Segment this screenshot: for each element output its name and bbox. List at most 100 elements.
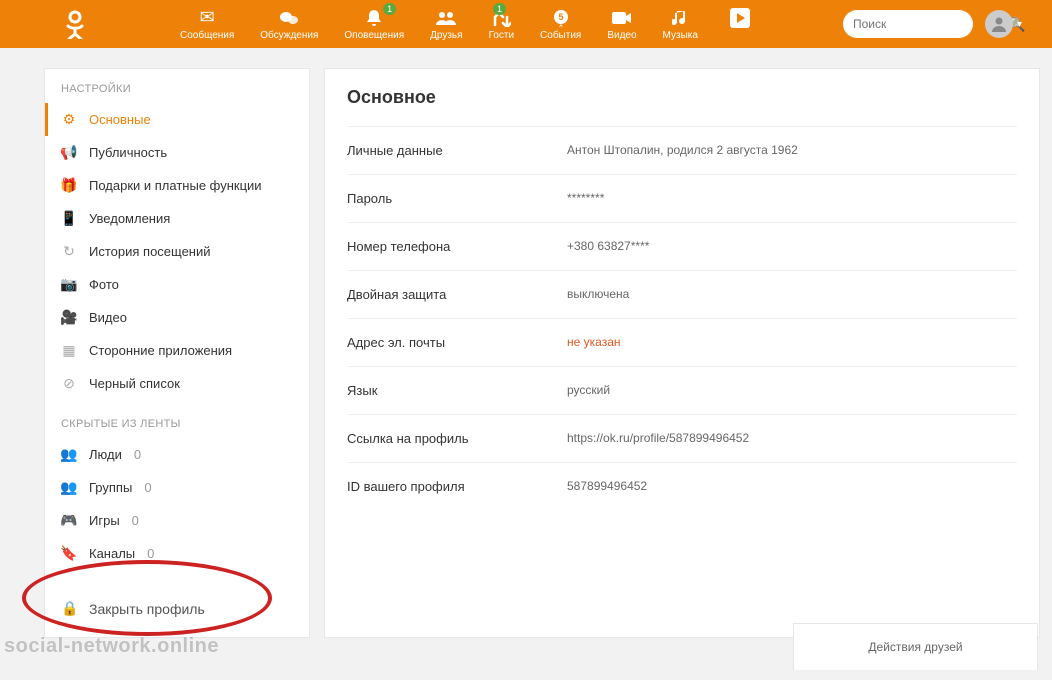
- lock-icon: 🔒: [61, 600, 77, 617]
- caret-down-icon[interactable]: ▾: [1017, 19, 1022, 30]
- sidebar-item-label: История посещений: [89, 244, 211, 259]
- card-label: Действия друзей: [868, 640, 962, 654]
- bell-icon: [366, 8, 382, 28]
- sidebar-item-photo[interactable]: 📷Фото: [45, 268, 309, 301]
- sidebar-item-apps[interactable]: ▦ Сторонние приложения: [45, 334, 309, 367]
- sidebar-item-label: Публичность: [89, 145, 167, 160]
- row-value: https://ok.ru/profile/587899496452: [567, 431, 749, 446]
- badge: 1: [383, 3, 396, 15]
- tag-icon: 🔖: [61, 545, 77, 562]
- sidebar-item-label: Видео: [89, 310, 127, 325]
- row-value: не указан: [567, 335, 621, 350]
- row-value: ********: [567, 191, 604, 206]
- nav-label: Друзья: [430, 30, 462, 41]
- ok-logo[interactable]: [60, 9, 90, 39]
- nav-music[interactable]: Музыка: [663, 8, 698, 41]
- count: 0: [144, 480, 151, 495]
- settings-list: ⚙Основные 📢Публичность 🎁 Подарки и платны…: [45, 103, 309, 400]
- sidebar-item-games[interactable]: 🎮 Игры 0: [45, 504, 309, 537]
- chat-icon: [279, 8, 299, 28]
- sidebar-item-groups[interactable]: 👥 Группы 0: [45, 471, 309, 504]
- row-email[interactable]: Адрес эл. почтыне указан: [347, 318, 1017, 366]
- row-2fa[interactable]: Двойная защитавыключена: [347, 270, 1017, 318]
- row-personal[interactable]: Личные данныеАнтон Штопалин, родился 2 а…: [347, 126, 1017, 174]
- nav-label: События: [540, 30, 581, 41]
- row-phone[interactable]: Номер телефона+380 63827****: [347, 222, 1017, 270]
- page-title: Основное: [347, 87, 1017, 108]
- sidebar-item-notify[interactable]: 📱 Уведомления: [45, 202, 309, 235]
- sidebar-item-label: Уведомления: [89, 211, 170, 226]
- count: 0: [134, 447, 141, 462]
- nav-label: Оповещения: [344, 30, 404, 41]
- sidebar-item-blacklist[interactable]: ⊘Черный список: [45, 367, 309, 400]
- friends-icon: [435, 8, 457, 28]
- music-icon: [672, 8, 688, 28]
- row-label: Пароль: [347, 191, 567, 206]
- svg-text:5: 5: [558, 12, 563, 22]
- nav-label: Гости: [489, 30, 514, 41]
- smartphone-icon: 📱: [61, 210, 77, 227]
- sidebar-item-publicity[interactable]: 📢Публичность: [45, 136, 309, 169]
- row-label: Личные данные: [347, 143, 567, 158]
- sidebar-item-video[interactable]: 🎥Видео: [45, 301, 309, 334]
- header-bar: ✉ Сообщения Обсуждения 1 Оповещения Друз…: [0, 0, 1052, 48]
- events-icon: 5: [552, 8, 570, 28]
- sidebar-item-label: Группы: [89, 480, 132, 495]
- video-icon: [612, 8, 632, 28]
- sidebar-item-label: Каналы: [89, 546, 135, 561]
- main-panel: Основное Личные данныеАнтон Штопалин, ро…: [324, 68, 1040, 638]
- people-icon: 👥: [61, 446, 77, 463]
- nav-friends[interactable]: Друзья: [430, 8, 462, 41]
- sidebar-item-label: Черный список: [89, 376, 180, 391]
- sidebar-title: НАСТРОЙКИ: [45, 69, 309, 103]
- sidebar-item-label: Фото: [89, 277, 119, 292]
- friends-actions-card[interactable]: Действия друзей: [793, 623, 1038, 670]
- sidebar-item-label: Игры: [89, 513, 120, 528]
- row-value: 587899496452: [567, 479, 647, 494]
- content-container: НАСТРОЙКИ ⚙Основные 📢Публичность 🎁 Подарк…: [0, 48, 1052, 638]
- header-nav: ✉ Сообщения Обсуждения 1 Оповещения Друз…: [180, 8, 828, 41]
- watermark: social-network.online: [4, 635, 219, 658]
- settings-sidebar: НАСТРОЙКИ ⚙Основные 📢Публичность 🎁 Подарк…: [44, 68, 310, 638]
- row-language[interactable]: Языкрусский: [347, 366, 1017, 414]
- row-profile-link[interactable]: Ссылка на профильhttps://ok.ru/profile/5…: [347, 414, 1017, 462]
- count: 0: [132, 513, 139, 528]
- sidebar-item-history[interactable]: ↻История посещений: [45, 235, 309, 268]
- nav-video[interactable]: Видео: [607, 8, 636, 41]
- sidebar-item-label: Подарки и платные функции: [89, 178, 262, 193]
- hidden-list: 👥Люди 0 👥 Группы 0 🎮 Игры 0 🔖 Каналы 0: [45, 438, 309, 570]
- avatar[interactable]: [985, 10, 1013, 38]
- envelope-icon: ✉: [200, 8, 215, 28]
- sidebar-item-label: Сторонние приложения: [89, 343, 232, 358]
- nav-guests[interactable]: 1 Гости: [489, 8, 514, 41]
- nav-discussions[interactable]: Обсуждения: [260, 8, 318, 41]
- row-password[interactable]: Пароль********: [347, 174, 1017, 222]
- sidebar-item-channels[interactable]: 🔖 Каналы 0: [45, 537, 309, 570]
- row-label: Номер телефона: [347, 239, 567, 254]
- close-profile-button[interactable]: 🔒 Закрыть профиль: [45, 580, 309, 637]
- nav-notifications[interactable]: 1 Оповещения: [344, 8, 404, 41]
- gamepad-icon: 🎮: [61, 512, 77, 529]
- nav-messages[interactable]: ✉ Сообщения: [180, 8, 234, 41]
- row-label: ID вашего профиля: [347, 479, 567, 494]
- nav-label: Видео: [607, 30, 636, 41]
- nav-label: Музыка: [663, 30, 698, 41]
- apps-icon: ▦: [61, 342, 77, 359]
- sidebar-hidden-title: СКРЫТЫЕ ИЗ ЛЕНТЫ: [45, 400, 309, 438]
- play-button[interactable]: [730, 8, 750, 28]
- row-profile-id[interactable]: ID вашего профиля587899496452: [347, 462, 1017, 510]
- count: 0: [147, 546, 154, 561]
- sidebar-item-label: Основные: [89, 112, 151, 127]
- nav-events[interactable]: 5 События: [540, 8, 581, 41]
- search-box[interactable]: 🔍: [843, 10, 973, 38]
- gift-icon: 🎁: [61, 177, 77, 194]
- sidebar-item-main[interactable]: ⚙Основные: [45, 103, 309, 136]
- groups-icon: 👥: [61, 479, 77, 496]
- close-profile-label: Закрыть профиль: [89, 601, 205, 617]
- sidebar-item-people[interactable]: 👥Люди 0: [45, 438, 309, 471]
- badge: 1: [493, 3, 506, 15]
- row-value: Антон Штопалин, родился 2 августа 1962: [567, 143, 798, 158]
- sidebar-item-gifts[interactable]: 🎁 Подарки и платные функции: [45, 169, 309, 202]
- row-label: Язык: [347, 383, 567, 398]
- row-label: Двойная защита: [347, 287, 567, 302]
